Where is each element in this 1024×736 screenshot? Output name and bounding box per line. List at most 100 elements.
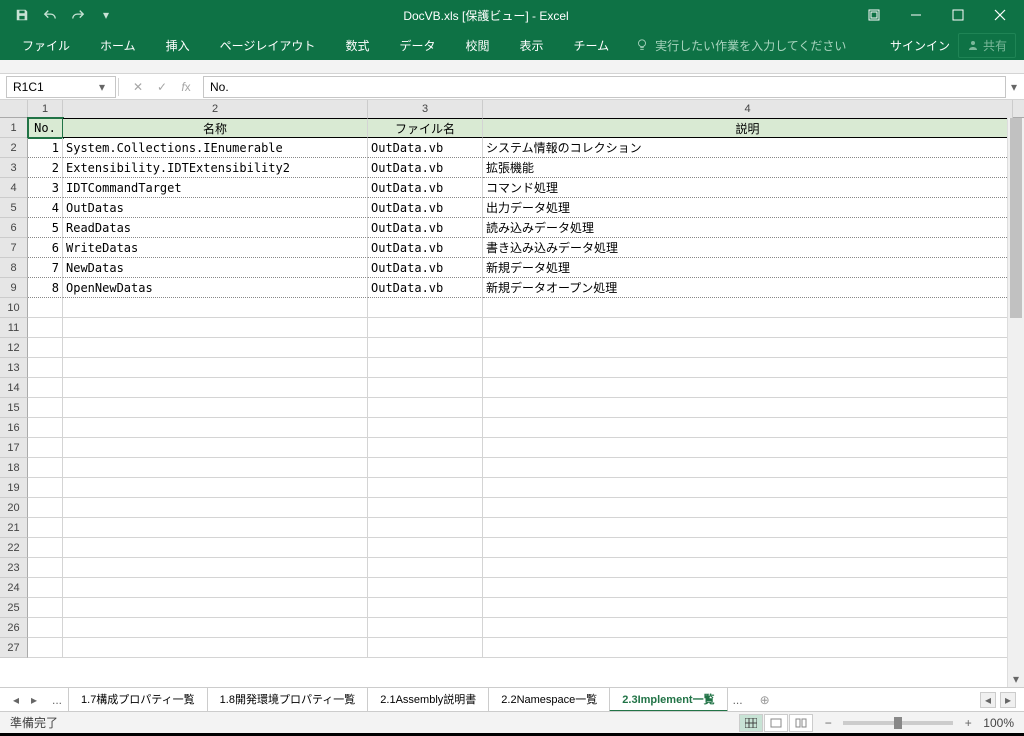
share-button[interactable]: 共有 bbox=[958, 33, 1016, 58]
maximize-button[interactable] bbox=[938, 1, 978, 29]
cell[interactable]: 新規データ処理 bbox=[483, 258, 1013, 278]
tab-home[interactable]: ホーム bbox=[86, 31, 150, 60]
row-header[interactable]: 23 bbox=[0, 558, 28, 578]
row-header[interactable]: 12 bbox=[0, 338, 28, 358]
cell[interactable] bbox=[483, 518, 1013, 538]
cell[interactable]: システム情報のコレクション bbox=[483, 138, 1013, 158]
cell[interactable] bbox=[63, 478, 368, 498]
zoom-out-button[interactable]: − bbox=[821, 716, 835, 730]
signin-link[interactable]: サインイン bbox=[890, 37, 950, 54]
cell[interactable] bbox=[483, 598, 1013, 618]
cell[interactable] bbox=[28, 598, 63, 618]
cell[interactable] bbox=[63, 638, 368, 658]
minimize-button[interactable] bbox=[896, 1, 936, 29]
cell[interactable]: OutData.vb bbox=[368, 138, 483, 158]
cell[interactable] bbox=[483, 378, 1013, 398]
cell[interactable]: No. bbox=[28, 118, 63, 138]
hscroll-right[interactable]: ▸ bbox=[1000, 692, 1016, 708]
cell[interactable] bbox=[28, 478, 63, 498]
cell[interactable] bbox=[28, 638, 63, 658]
cancel-formula-button[interactable]: ✕ bbox=[127, 77, 149, 97]
cell[interactable]: System.Collections.IEnumerable bbox=[63, 138, 368, 158]
row-header[interactable]: 10 bbox=[0, 298, 28, 318]
cell[interactable] bbox=[28, 458, 63, 478]
redo-button[interactable] bbox=[66, 3, 90, 27]
tab-insert[interactable]: 挿入 bbox=[152, 31, 204, 60]
cell[interactable]: OutData.vb bbox=[368, 218, 483, 238]
cell[interactable] bbox=[63, 438, 368, 458]
cell[interactable] bbox=[63, 558, 368, 578]
tab-view[interactable]: 表示 bbox=[505, 31, 557, 60]
cell[interactable]: OutData.vb bbox=[368, 158, 483, 178]
cell[interactable] bbox=[368, 498, 483, 518]
cell[interactable]: IDTCommandTarget bbox=[63, 178, 368, 198]
view-page-layout-button[interactable] bbox=[764, 714, 788, 732]
scroll-down-icon[interactable]: ▾ bbox=[1008, 670, 1024, 687]
cell[interactable] bbox=[483, 478, 1013, 498]
cell[interactable] bbox=[63, 298, 368, 318]
cell[interactable]: 6 bbox=[28, 238, 63, 258]
col-header-3[interactable]: 3 bbox=[368, 100, 483, 118]
cell[interactable]: 3 bbox=[28, 178, 63, 198]
hscroll-left[interactable]: ◂ bbox=[980, 692, 996, 708]
cell[interactable] bbox=[368, 578, 483, 598]
view-normal-button[interactable] bbox=[739, 714, 763, 732]
cell[interactable] bbox=[28, 578, 63, 598]
row-header[interactable]: 21 bbox=[0, 518, 28, 538]
sheet-tab[interactable]: 1.8開発環境プロパティ一覧 bbox=[207, 687, 369, 712]
row-header[interactable]: 16 bbox=[0, 418, 28, 438]
row-header[interactable]: 6 bbox=[0, 218, 28, 238]
cell[interactable] bbox=[483, 578, 1013, 598]
cell[interactable] bbox=[483, 358, 1013, 378]
cell[interactable] bbox=[63, 518, 368, 538]
add-sheet-button[interactable]: ⊕ bbox=[755, 690, 775, 710]
cell[interactable] bbox=[483, 558, 1013, 578]
cell[interactable]: 8 bbox=[28, 278, 63, 298]
fx-button[interactable]: fx bbox=[175, 77, 197, 97]
cell[interactable] bbox=[483, 418, 1013, 438]
undo-button[interactable] bbox=[38, 3, 62, 27]
cell[interactable] bbox=[368, 318, 483, 338]
cell[interactable] bbox=[28, 318, 63, 338]
cell[interactable] bbox=[28, 498, 63, 518]
row-header[interactable]: 24 bbox=[0, 578, 28, 598]
cell[interactable]: OpenNewDatas bbox=[63, 278, 368, 298]
cell[interactable]: OutData.vb bbox=[368, 278, 483, 298]
sheet-tab[interactable]: 2.3Implement一覧 bbox=[609, 687, 727, 712]
name-box[interactable]: R1C1 ▾ bbox=[6, 76, 116, 98]
row-header[interactable]: 13 bbox=[0, 358, 28, 378]
cell[interactable]: OutData.vb bbox=[368, 258, 483, 278]
cell[interactable] bbox=[483, 638, 1013, 658]
cell[interactable] bbox=[63, 578, 368, 598]
col-header-2[interactable]: 2 bbox=[63, 100, 368, 118]
cell[interactable] bbox=[368, 418, 483, 438]
cell[interactable]: OutData.vb bbox=[368, 198, 483, 218]
vertical-scrollbar[interactable]: ▴ ▾ bbox=[1007, 118, 1024, 687]
cell[interactable] bbox=[483, 618, 1013, 638]
cell[interactable]: 7 bbox=[28, 258, 63, 278]
close-button[interactable] bbox=[980, 1, 1020, 29]
row-header[interactable]: 25 bbox=[0, 598, 28, 618]
row-header[interactable]: 9 bbox=[0, 278, 28, 298]
tab-file[interactable]: ファイル bbox=[8, 31, 84, 60]
formula-expand-icon[interactable]: ▾ bbox=[1010, 80, 1024, 94]
cell[interactable]: 書き込み込みデータ処理 bbox=[483, 238, 1013, 258]
cell[interactable] bbox=[483, 398, 1013, 418]
cell[interactable]: 2 bbox=[28, 158, 63, 178]
cell[interactable] bbox=[483, 318, 1013, 338]
cell[interactable] bbox=[368, 438, 483, 458]
cell[interactable] bbox=[28, 338, 63, 358]
cell[interactable] bbox=[63, 538, 368, 558]
row-header[interactable]: 15 bbox=[0, 398, 28, 418]
cell[interactable] bbox=[28, 378, 63, 398]
col-header-4[interactable]: 4 bbox=[483, 100, 1013, 118]
cell[interactable] bbox=[368, 558, 483, 578]
cell[interactable] bbox=[483, 458, 1013, 478]
cell[interactable] bbox=[63, 338, 368, 358]
cell[interactable]: 説明 bbox=[483, 118, 1013, 138]
scroll-thumb[interactable] bbox=[1010, 118, 1022, 318]
cell[interactable]: 出力データ処理 bbox=[483, 198, 1013, 218]
sheet-tab[interactable]: 2.2Namespace一覧 bbox=[488, 687, 610, 712]
tell-me-search[interactable]: 実行したい作業を入力してください bbox=[635, 37, 846, 54]
tab-formulas[interactable]: 数式 bbox=[331, 31, 383, 60]
